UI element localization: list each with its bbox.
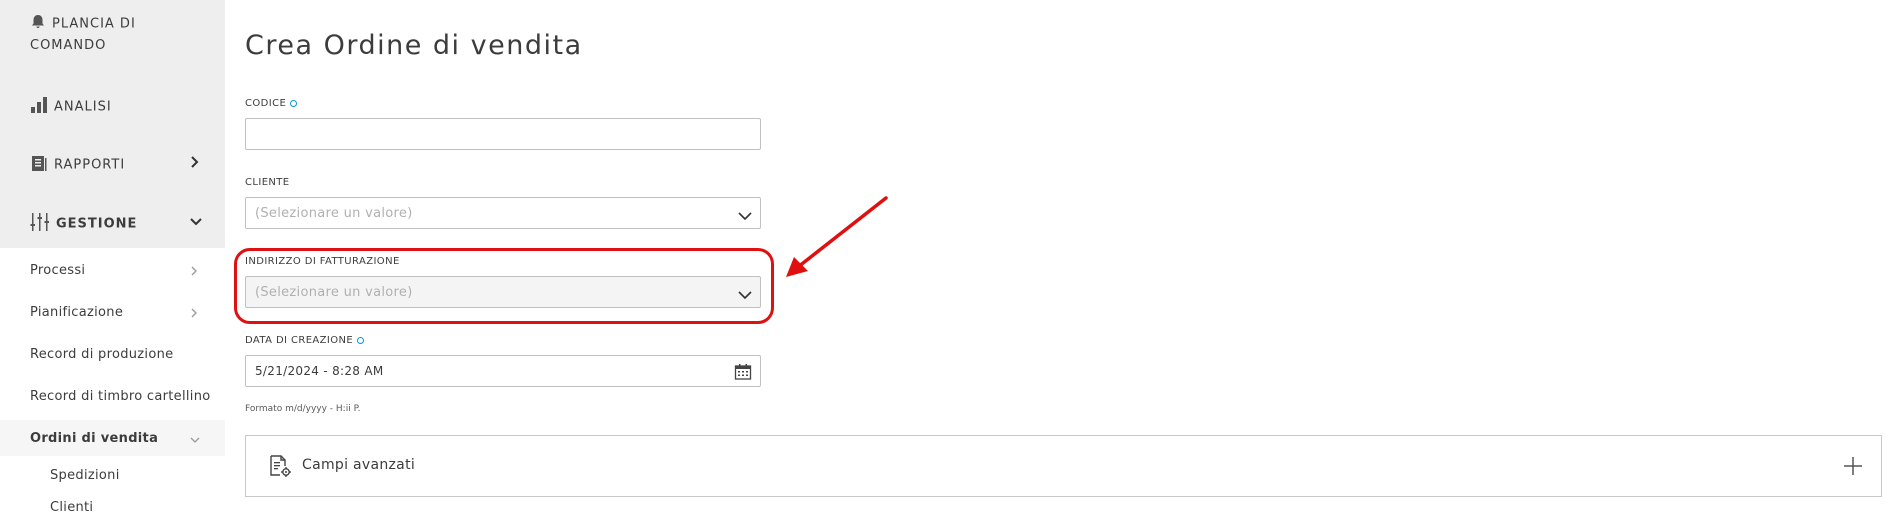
sidebar-item-label: ANALISI xyxy=(54,99,112,115)
data-creazione-input[interactable]: 5/21/2024 - 8:28 AM xyxy=(245,355,761,387)
sidebar-item-label-line2: COMANDO xyxy=(30,38,107,53)
sidebar-submenu: Processi Pianificazione Record di produz… xyxy=(0,248,225,515)
document-gear-icon xyxy=(268,454,292,482)
chevron-right-icon xyxy=(190,156,200,172)
page-title: Crea Ordine di vendita xyxy=(245,30,583,61)
bar-chart-icon xyxy=(30,96,48,118)
required-icon xyxy=(290,99,298,107)
sliders-icon xyxy=(30,212,50,236)
sidebar-item-record-produzione[interactable]: Record di produzione xyxy=(30,347,173,362)
chevron-down-icon xyxy=(190,432,200,448)
cliente-select[interactable]: (Selezionare un valore) xyxy=(245,197,761,229)
sidebar-item-processi[interactable]: Processi xyxy=(30,263,85,278)
data-format-hint: Formato m/d/yyyy - H:ii P. xyxy=(245,404,361,414)
codice-label-text: CODICE xyxy=(245,98,287,109)
required-icon xyxy=(357,336,365,344)
plus-icon[interactable] xyxy=(1843,456,1863,480)
chevron-right-icon xyxy=(190,264,198,280)
chevron-down-icon xyxy=(190,216,202,231)
sidebar-item-pianificazione[interactable]: Pianificazione xyxy=(30,305,123,320)
cliente-label: CLIENTE xyxy=(245,177,290,188)
sidebar-item-clienti[interactable]: Clienti xyxy=(50,500,93,515)
chevron-right-icon xyxy=(190,306,198,322)
advanced-fields-label: Campi avanzati xyxy=(302,457,416,473)
sidebar-item-record-timbro[interactable]: Record di timbro cartellino xyxy=(30,389,211,404)
highlight-annotation xyxy=(234,248,774,324)
data-creazione-label: DATA DI CREAZIONE xyxy=(245,335,365,346)
data-creazione-value: 5/21/2024 - 8:28 AM xyxy=(255,364,384,378)
chevron-down-icon[interactable] xyxy=(738,206,752,225)
data-creazione-label-text: DATA DI CREAZIONE xyxy=(245,335,354,346)
sidebar: PLANCIA DI COMANDO ANALISI RAPPORTI GEST… xyxy=(0,0,225,515)
sidebar-item-label: GESTIONE xyxy=(56,216,138,232)
codice-label: CODICE xyxy=(245,98,298,109)
report-icon xyxy=(30,154,48,176)
sidebar-item-label: RAPPORTI xyxy=(54,157,126,173)
cliente-placeholder: (Selezionare un valore) xyxy=(255,206,413,221)
sidebar-item-label: PLANCIA DI xyxy=(52,16,136,32)
sidebar-item-spedizioni[interactable]: Spedizioni xyxy=(50,468,120,483)
arrow-annotation xyxy=(786,196,888,277)
sidebar-item-ordini-vendita[interactable]: Ordini di vendita xyxy=(30,431,158,446)
codice-input[interactable] xyxy=(245,118,761,150)
advanced-fields-panel[interactable]: Campi avanzati xyxy=(245,435,1882,497)
calendar-icon[interactable] xyxy=(734,363,752,385)
bell-icon xyxy=(30,14,46,34)
